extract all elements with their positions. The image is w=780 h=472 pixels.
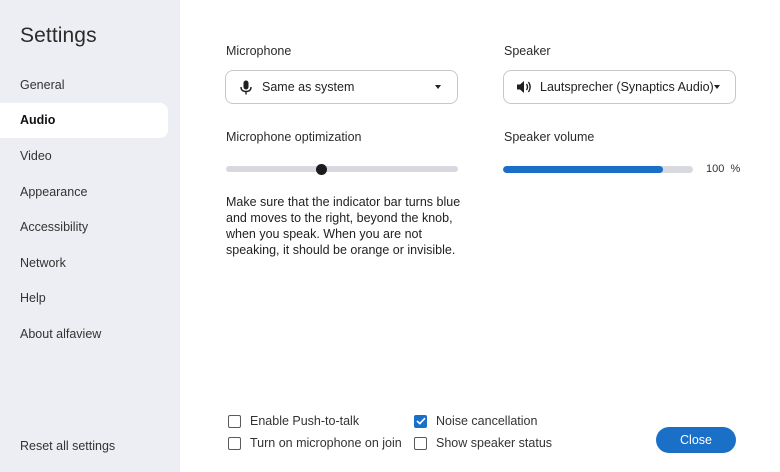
speaker-status-option[interactable]: Show speaker status	[414, 436, 552, 450]
sidebar-item-help[interactable]: Help	[0, 281, 168, 317]
speaker-volume-fill	[503, 165, 663, 173]
mic-on-join-checkbox[interactable]	[228, 436, 241, 450]
speaker-status-checkbox[interactable]	[414, 436, 427, 450]
sidebar-item-about[interactable]: About alfaview	[0, 316, 168, 352]
microphone-icon	[238, 79, 254, 95]
mic-on-join-label: Turn on microphone on join	[250, 436, 402, 450]
speaker-volume-label: Speaker volume	[504, 130, 595, 144]
sidebar-item-audio[interactable]: Audio	[0, 102, 168, 139]
speaker-volume-unit: %	[730, 163, 741, 175]
chevron-down-icon	[713, 85, 720, 89]
mic-optimization-slider-track[interactable]	[226, 166, 458, 172]
speaker-select-value: Lautsprecher (Synaptics Audio)	[540, 80, 714, 94]
push-to-talk-option[interactable]: Enable Push-to-talk	[228, 414, 359, 428]
chevron-down-icon	[435, 85, 441, 89]
sidebar-nav: General Audio Video Appearance Accessibi…	[0, 67, 180, 352]
microphone-select-value: Same as system	[262, 80, 355, 94]
speaker-volume-readout: 100 %	[706, 163, 740, 175]
speaker-select[interactable]: Lautsprecher (Synaptics Audio)	[503, 70, 736, 104]
sidebar-item-network[interactable]: Network	[0, 245, 168, 281]
speaker-volume-value: 100	[706, 163, 725, 175]
sidebar-item-general[interactable]: General	[0, 67, 168, 103]
sidebar: Settings General Audio Video Appearance …	[0, 0, 180, 472]
mic-optimization-slider-knob[interactable]	[315, 163, 327, 175]
audio-settings-panel: Microphone Same as system Speaker Lautsp…	[180, 0, 780, 472]
mic-help-text: Make sure that the indicator bar turns b…	[226, 195, 461, 257]
sidebar-title: Settings	[20, 24, 97, 47]
sidebar-item-video[interactable]: Video	[0, 138, 168, 174]
push-to-talk-checkbox[interactable]	[228, 414, 241, 428]
noise-cancellation-checkbox[interactable]	[414, 414, 427, 428]
sidebar-item-appearance[interactable]: Appearance	[0, 174, 168, 210]
mic-on-join-option[interactable]: Turn on microphone on join	[228, 436, 402, 450]
noise-cancellation-label: Noise cancellation	[436, 414, 538, 428]
sidebar-item-accessibility[interactable]: Accessibility	[0, 209, 168, 245]
noise-cancellation-option[interactable]: Noise cancellation	[414, 414, 537, 428]
push-to-talk-label: Enable Push-to-talk	[250, 414, 360, 428]
speaker-status-label: Show speaker status	[436, 436, 553, 450]
mic-optimization-label: Microphone optimization	[226, 130, 362, 144]
speaker-label: Speaker	[504, 44, 551, 58]
settings-window: Settings General Audio Video Appearance …	[0, 0, 780, 472]
reset-all-settings-link[interactable]: Reset all settings	[20, 439, 115, 453]
microphone-select[interactable]: Same as system	[225, 70, 458, 104]
speaker-volume-bar[interactable]	[503, 165, 693, 173]
speaker-icon	[516, 79, 532, 95]
microphone-label: Microphone	[226, 44, 292, 58]
checkmark-icon	[415, 417, 426, 425]
close-button[interactable]: Close	[656, 427, 736, 453]
